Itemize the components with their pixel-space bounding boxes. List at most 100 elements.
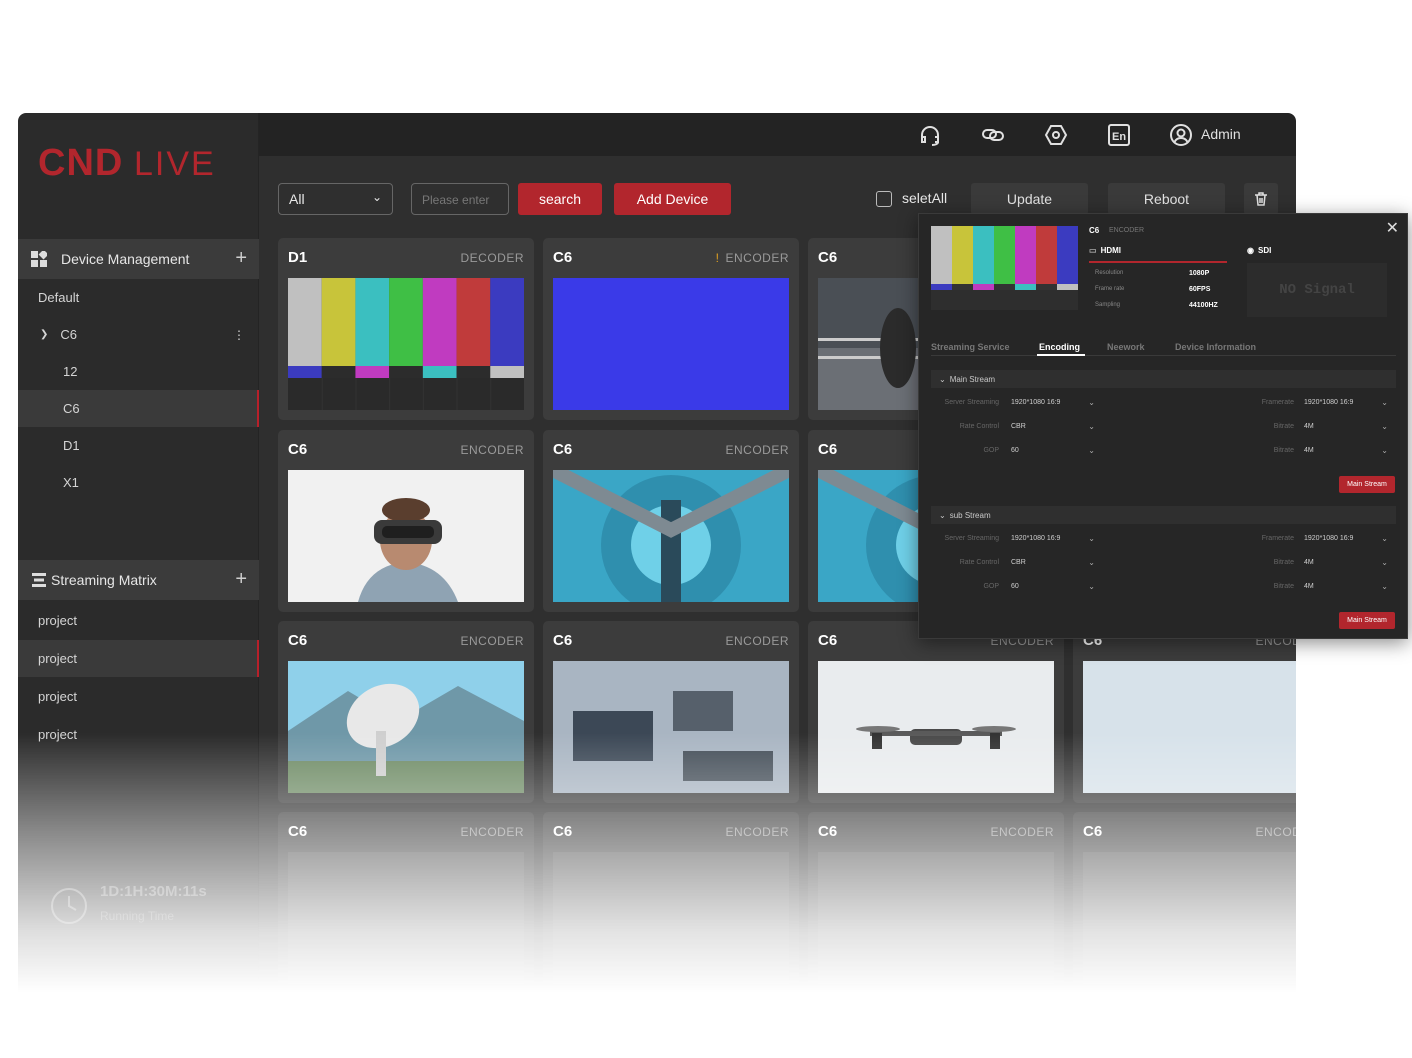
field-label: Bitrate [1273, 423, 1294, 430]
sdi-input[interactable]: ◉ SDI [1247, 246, 1271, 255]
nav-item-project[interactable]: project [18, 678, 259, 715]
device-type-label: ENCODER [460, 634, 524, 648]
nav-item-c6-group[interactable]: ❯ C6 ⋮ [18, 316, 259, 353]
stream-thumbnail[interactable] [288, 470, 524, 602]
filter-select[interactable]: All ⌄ [278, 183, 393, 215]
add-project-icon[interactable]: + [235, 569, 247, 589]
radio-icon[interactable]: ◉ [1247, 246, 1254, 255]
device-card[interactable]: C6 ENCODER [1073, 621, 1296, 803]
stream-section-header[interactable]: ⌄ Main Stream [931, 370, 1396, 388]
field-select[interactable]: 4M ⌄ [1304, 422, 1392, 431]
language-en-icon[interactable]: En [1107, 123, 1131, 147]
delete-button[interactable] [1244, 183, 1278, 215]
hdmi-active-line [1089, 261, 1227, 263]
preview-thumbnail [931, 226, 1078, 310]
close-icon[interactable]: ✕ [1386, 218, 1399, 238]
field-select[interactable]: 1920*1080 16:9 ⌄ [1304, 534, 1392, 543]
admin-label[interactable]: Admin [1201, 126, 1241, 142]
streaming-matrix-header[interactable]: Streaming Matrix + [18, 560, 259, 600]
device-card[interactable]: C6 ENCODER [808, 812, 1064, 994]
svg-text:LIVE: LIVE [134, 145, 216, 181]
stream-thumbnail[interactable] [818, 661, 1054, 793]
nav-item-default[interactable]: Default [18, 279, 259, 316]
select-all-label[interactable]: seletAll [902, 190, 947, 206]
device-card[interactable]: C6 ENCODER [543, 430, 799, 612]
field-select[interactable]: 60 ⌄ [1011, 446, 1099, 455]
nav-label: project [38, 727, 78, 742]
stream-thumbnail[interactable] [553, 470, 789, 602]
stream-thumbnail[interactable] [1083, 661, 1296, 793]
tiles-image [1083, 661, 1296, 793]
device-card[interactable]: C6 ENCODER [278, 812, 534, 994]
field-select[interactable]: 4M ⌄ [1304, 582, 1392, 591]
nav-label: 12 [63, 364, 78, 379]
device-card[interactable]: C6 ! ENCODER [543, 238, 799, 420]
chevron-down-icon[interactable]: ❯ [40, 329, 48, 340]
device-card[interactable]: C6 ENCODER [278, 430, 534, 612]
device-management-label: Device Management [61, 251, 190, 267]
device-card[interactable]: C6 ENCODER [1073, 812, 1296, 994]
field-label: Bitrate [1273, 583, 1294, 590]
stream-thumbnail[interactable] [288, 852, 524, 984]
stream-thumbnail[interactable] [553, 661, 789, 793]
stat-label: Frame rate [1095, 286, 1125, 292]
settings-hex-icon[interactable] [1044, 123, 1068, 147]
update-button[interactable]: Update [971, 183, 1088, 215]
device-card[interactable]: C6 ENCODER [808, 621, 1064, 803]
headset-icon[interactable] [918, 123, 942, 147]
stream-title: Main Stream [949, 375, 996, 384]
stream-thumbnail[interactable] [1083, 852, 1296, 984]
user-icon[interactable] [1169, 123, 1193, 147]
field-select[interactable]: CBR ⌄ [1011, 558, 1099, 567]
field-select[interactable]: CBR ⌄ [1011, 422, 1099, 431]
reboot-button[interactable]: Reboot [1108, 183, 1225, 215]
nav-item-project[interactable]: project [18, 640, 259, 677]
device-management-header[interactable]: Device Management + [18, 239, 259, 279]
field-select[interactable]: 1920*1080 16:9 ⌄ [1011, 534, 1099, 543]
chevron-down-icon: ⌄ [1381, 446, 1388, 455]
tab-encoding[interactable]: Encoding [1039, 342, 1080, 352]
nav-item-project[interactable]: project [18, 602, 259, 639]
field-select[interactable]: 4M ⌄ [1304, 446, 1392, 455]
add-device-button[interactable]: Add Device [614, 183, 731, 215]
nav-item-project[interactable]: project [18, 716, 259, 753]
hdmi-input[interactable]: ▭ HDMI [1089, 246, 1121, 255]
search-input[interactable]: Please enter [411, 183, 509, 215]
main-stream-button[interactable]: Main Stream [1339, 476, 1395, 493]
device-name: C6 [288, 632, 308, 649]
nav-item-d1[interactable]: D1 [18, 427, 259, 464]
link-icon[interactable] [981, 123, 1005, 147]
layers-icon [31, 572, 47, 588]
field-value: CBR [1011, 559, 1026, 566]
field-select[interactable]: 60 ⌄ [1011, 582, 1099, 591]
stream-section-header[interactable]: ⌄ sub Stream [931, 506, 1396, 524]
nav-item-x1[interactable]: X1 [18, 464, 259, 501]
tab-neework[interactable]: Neework [1107, 342, 1145, 352]
field-select[interactable]: 1920*1080 16:9 ⌄ [1011, 398, 1099, 407]
select-all-checkbox[interactable] [876, 191, 892, 207]
main-stream-button[interactable]: Main Stream [1339, 612, 1395, 629]
nav-item-c6[interactable]: C6 [18, 390, 259, 427]
add-group-icon[interactable]: + [235, 248, 247, 268]
device-card[interactable]: C6 ENCODER [543, 812, 799, 994]
tab-streaming-service[interactable]: Streaming Service [931, 342, 1010, 352]
field-select[interactable]: 1920*1080 16:9 ⌄ [1304, 398, 1392, 407]
more-vertical-icon[interactable]: ⋮ [233, 328, 245, 342]
field-select[interactable]: 4M ⌄ [1304, 558, 1392, 567]
stream-thumbnail[interactable] [288, 278, 524, 410]
chevron-down-icon: ⌄ [939, 375, 946, 384]
device-card[interactable]: C6 ENCODER [543, 621, 799, 803]
stream-thumbnail[interactable] [818, 852, 1054, 984]
nav-item-12[interactable]: 12 [18, 353, 259, 390]
field-label: GOP [983, 447, 999, 454]
stream-thumbnail[interactable] [288, 661, 524, 793]
device-type-label: ENCODER [460, 443, 524, 457]
stream-thumbnail[interactable] [553, 278, 789, 410]
device-card[interactable]: C6 ENCODER [278, 621, 534, 803]
device-card[interactable]: D1 DECODER [278, 238, 534, 420]
tab-device-information[interactable]: Device Information [1175, 342, 1256, 352]
device-name: C6 [288, 823, 308, 840]
stream-thumbnail[interactable] [553, 852, 789, 984]
cndlive-logo: CND LIVE [38, 142, 216, 181]
search-button[interactable]: search [518, 183, 602, 215]
